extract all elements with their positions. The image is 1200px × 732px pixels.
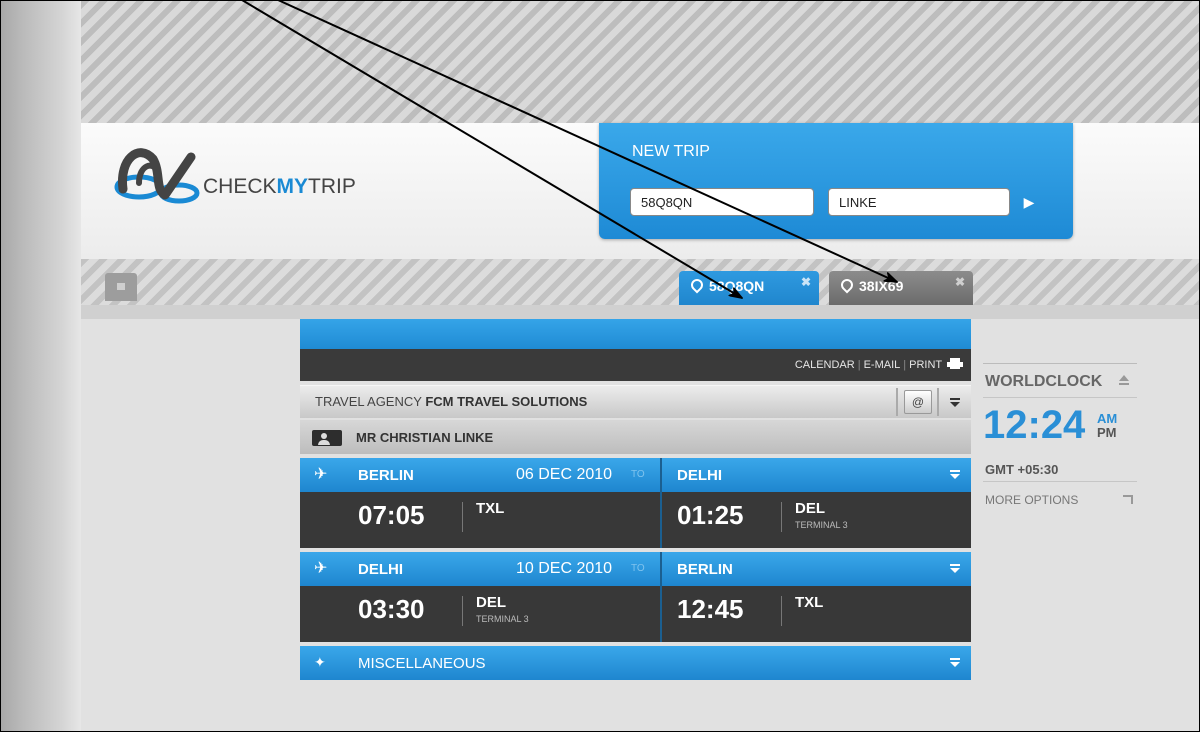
arrival-airport-code: DEL <box>795 500 825 517</box>
divider <box>462 596 463 626</box>
passenger-name: MR CHRISTIAN LINKE <box>356 430 494 445</box>
miscellaneous-row[interactable]: ✦ MISCELLANEOUS <box>300 646 971 680</box>
browser-frame: CHECKMYTRIP NEW TRIP ▶ 58Q8QN ✖ 38IX69 ✖ <box>0 0 1200 732</box>
go-arrow-button[interactable]: ▶ <box>1019 192 1039 212</box>
flight-segment[interactable]: ✈ BERLIN 06 DEC 2010 TO DELHI 07:05 TXL … <box>300 458 971 548</box>
more-options-icon[interactable] <box>1123 495 1133 504</box>
flight-segment[interactable]: ✈ DELHI 10 DEC 2010 TO BERLIN 03:30 DEL … <box>300 552 971 642</box>
link-separator: | <box>903 359 907 371</box>
left-gray-panel <box>1 1 81 731</box>
link-separator: | <box>857 359 861 371</box>
pin-icon <box>688 276 706 294</box>
panel-blue-bar <box>300 319 971 349</box>
to-label: TO <box>631 563 645 574</box>
flight-header: ✈ DELHI 10 DEC 2010 TO BERLIN <box>300 552 971 586</box>
gmt-offset: GMT +05:30 <box>985 462 1059 477</box>
worldclock-divider <box>983 397 1137 398</box>
agency-divider <box>896 388 898 416</box>
panel-links: CALENDAR | E-MAIL | PRINT <box>795 358 963 371</box>
pin-icon <box>838 276 856 294</box>
departure-airport-code: TXL <box>476 500 505 517</box>
top-stripe-banner <box>81 1 1199 123</box>
worldclock-top-line <box>983 363 1137 364</box>
trip-tab-bar: 58Q8QN ✖ 38IX69 ✖ <box>81 259 1199 317</box>
booking-reference-input[interactable] <box>630 188 814 216</box>
email-link[interactable]: E-MAIL <box>864 359 901 371</box>
more-options-link[interactable]: MORE OPTIONS <box>985 493 1078 507</box>
print-link[interactable]: PRINT <box>909 359 942 371</box>
departure-terminal: TERMINAL 3 <box>476 614 529 624</box>
divider <box>781 596 782 626</box>
agency-prefix: TRAVEL AGENCY <box>315 394 422 409</box>
logo-trip: TRIP <box>308 175 356 198</box>
flight-header: ✈ BERLIN 06 DEC 2010 TO DELHI <box>300 458 971 492</box>
departure-time: 07:05 <box>358 500 425 530</box>
worldclock-divider <box>983 481 1137 482</box>
to-label: TO <box>631 469 645 480</box>
passenger-row: MR CHRISTIAN LINKE <box>300 420 971 454</box>
checkmytrip-site: CHECKMYTRIP NEW TRIP ▶ 58Q8QN ✖ 38IX69 ✖ <box>81 1 1199 731</box>
new-trip-panel: NEW TRIP ▶ <box>599 123 1073 239</box>
flight-times: 03:30 DEL TERMINAL 3 12:45 TXL <box>300 586 971 642</box>
calendar-link[interactable]: CALENDAR <box>795 359 855 371</box>
tab-bar-underline <box>81 305 1199 319</box>
arrival-city: DELHI <box>677 467 722 484</box>
tab-38ix69[interactable]: 38IX69 ✖ <box>829 271 973 305</box>
arrival-airport-code: TXL <box>795 594 824 611</box>
logo-my: MY <box>276 175 309 198</box>
menu-icon[interactable] <box>950 470 960 479</box>
miscellaneous-label: MISCELLANEOUS <box>358 655 486 672</box>
departure-time: 03:30 <box>358 594 425 624</box>
departure-airport-code: DEL <box>476 594 506 611</box>
arrival-time: 01:25 <box>677 500 744 530</box>
new-trip-title: NEW TRIP <box>632 143 710 160</box>
agency-divider <box>937 388 939 416</box>
printer-icon[interactable] <box>947 358 963 369</box>
divider <box>462 502 463 532</box>
tab-label: 38IX69 <box>859 278 904 294</box>
flight-divider <box>660 552 662 642</box>
last-name-input[interactable] <box>828 188 1010 216</box>
flight-date: 06 DEC 2010 <box>516 466 613 483</box>
worldclock-title: WORLDCLOCK <box>985 373 1103 390</box>
panel-toolbar: CALENDAR | E-MAIL | PRINT <box>300 349 971 381</box>
person-icon <box>312 430 342 446</box>
flight-divider <box>660 458 662 548</box>
plane-icon: ✈ <box>314 560 328 577</box>
logo-text[interactable]: CHECKMYTRIP <box>203 175 356 199</box>
stars-icon: ✦ <box>314 654 326 670</box>
flight-times: 07:05 TXL 01:25 DEL TERMINAL 3 <box>300 492 971 548</box>
menu-icon[interactable] <box>950 564 960 573</box>
arrival-time: 12:45 <box>677 594 744 624</box>
pm-toggle[interactable]: PM <box>1097 425 1117 440</box>
departure-city: BERLIN <box>358 467 414 484</box>
menu-icon[interactable] <box>950 398 960 407</box>
home-icon <box>117 283 125 290</box>
menu-icon[interactable] <box>950 658 960 667</box>
close-icon[interactable]: ✖ <box>801 275 811 289</box>
am-toggle[interactable]: AM <box>1097 411 1117 426</box>
arrival-terminal: TERMINAL 3 <box>795 520 848 530</box>
arrival-city: BERLIN <box>677 561 733 578</box>
close-icon[interactable]: ✖ <box>955 275 965 289</box>
eject-icon[interactable] <box>1119 375 1129 385</box>
plane-icon: ✈ <box>314 466 328 483</box>
flight-date: 10 DEC 2010 <box>516 560 613 577</box>
divider <box>781 502 782 532</box>
tab-label: 58Q8QN <box>709 278 765 294</box>
agency-email-button[interactable]: @ <box>904 390 932 414</box>
trip-panel: CALENDAR | E-MAIL | PRINT TRAVEL AGENCY FCM … <box>300 319 971 687</box>
departure-city: DELHI <box>358 561 403 578</box>
travel-agency-row: TRAVEL AGENCY FCM TRAVEL SOLUTIONS @ <box>300 385 971 418</box>
agency-name: FCM TRAVEL SOLUTIONS <box>425 394 588 409</box>
agency-text: TRAVEL AGENCY FCM TRAVEL SOLUTIONS <box>315 394 587 409</box>
worldclock-time: 12:24 <box>983 403 1086 447</box>
home-tab[interactable] <box>105 273 137 301</box>
logo-check: CHECK <box>203 175 277 198</box>
